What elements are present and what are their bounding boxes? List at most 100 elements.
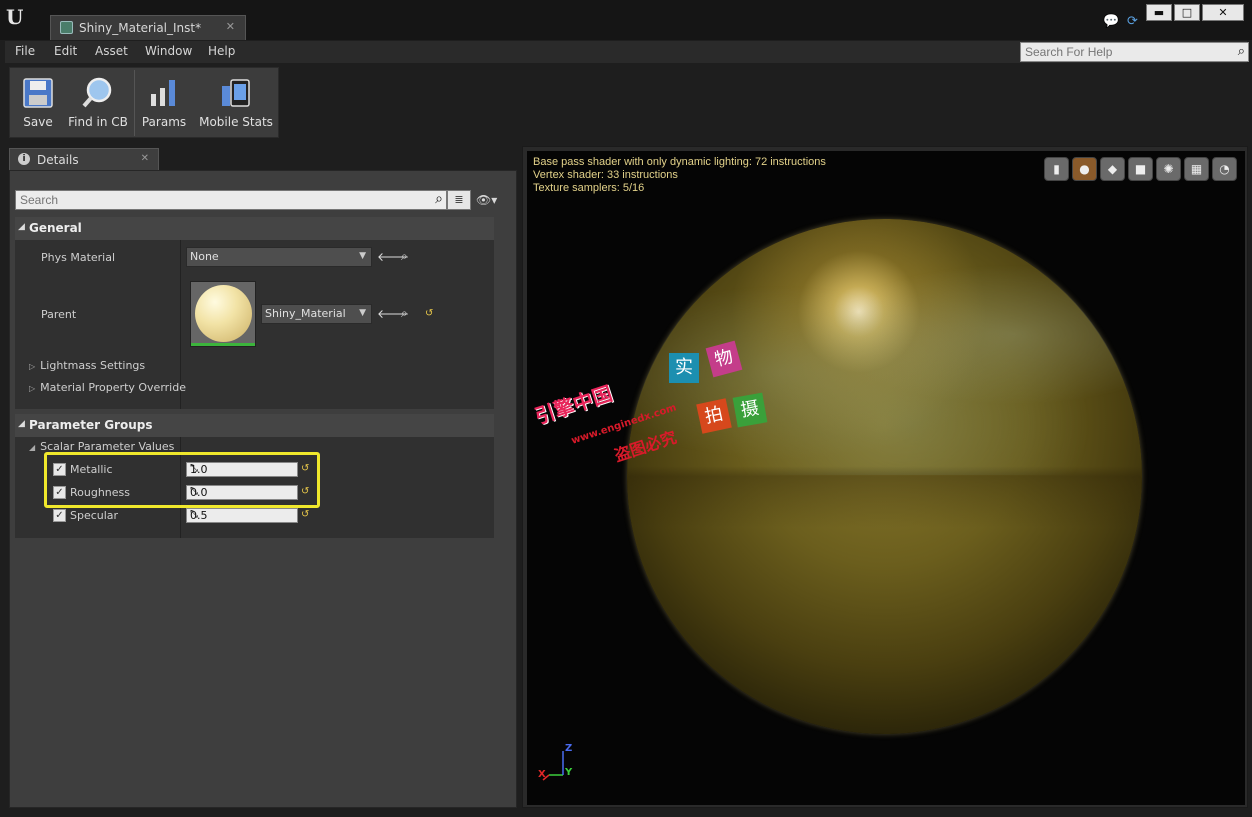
cylinder-icon[interactable]: ▮ (1044, 157, 1069, 181)
parameter-groups-header[interactable]: ◢ Parameter Groups (15, 414, 494, 437)
save-label: Save (23, 115, 53, 129)
parameter-groups-title: Parameter Groups (29, 418, 153, 432)
document-tab[interactable]: Shiny_Material_Inst* ✕ (50, 15, 246, 40)
expand-arrow-icon: ▷ (29, 384, 36, 393)
roughness-field[interactable]: 0.0 ⤡ (186, 485, 298, 500)
general-title: General (29, 221, 82, 235)
preview-mesh-toolbar: ▮ ● ◆ ■ ✺ ▦ ◔ (1044, 157, 1237, 181)
minimize-button[interactable]: ▬ (1146, 4, 1172, 21)
parent-thumbnail[interactable] (190, 281, 256, 347)
scalar-parameter-values-expander[interactable]: ◢ Scalar Parameter Values (29, 440, 174, 453)
details-search-input[interactable] (20, 193, 400, 207)
column-divider[interactable] (180, 437, 181, 538)
material-property-override-expander[interactable]: ▷ Material Property Override (29, 381, 186, 394)
lightmass-settings-expander[interactable]: ▷ Lightmass Settings (29, 359, 145, 372)
unreal-logo-icon: U (6, 5, 24, 29)
help-search-input[interactable] (1025, 45, 1225, 59)
details-tab-close-icon[interactable]: ✕ (141, 153, 149, 164)
watermark-brand: 引擎中国 (531, 381, 616, 429)
close-button[interactable]: ✕ (1202, 4, 1244, 21)
grid-icon[interactable]: ▦ (1184, 157, 1209, 181)
browse-search-icon[interactable]: ⌕ (401, 306, 408, 321)
stats-line: Vertex shader: 33 instructions (533, 169, 678, 181)
mobile-stats-label: Mobile Stats (199, 115, 273, 129)
parent-label: Parent (41, 308, 77, 321)
axis-gizmo: Z Y X (535, 743, 575, 787)
scalar-parameter-values-label: Scalar Parameter Values (40, 440, 175, 453)
preview-viewport[interactable]: Base pass shader with only dynamic light… (522, 146, 1248, 808)
magnifier-icon (82, 77, 112, 108)
general-header[interactable]: ◢ General (15, 217, 494, 240)
menu-edit[interactable]: Edit (54, 44, 77, 58)
shader-stats: Base pass shader with only dynamic light… (533, 156, 826, 195)
viewport-canvas[interactable]: Base pass shader with only dynamic light… (527, 151, 1245, 805)
source-control-icon[interactable]: ⟳ (1127, 14, 1143, 29)
menu-window[interactable]: Window (145, 44, 192, 58)
find-in-cb-button[interactable]: Find in CB (66, 68, 130, 137)
watermark-char: 摄 (732, 392, 768, 428)
drag-resize-icon[interactable]: ⤡ (190, 463, 295, 474)
details-search-box[interactable]: ⌕ (15, 190, 447, 210)
specular-label: Specular (70, 509, 119, 522)
phys-material-combo[interactable]: None ▼ (186, 247, 372, 267)
help-search-box[interactable]: ⌕ (1020, 42, 1249, 62)
list-view-button[interactable]: ≣ (447, 190, 471, 210)
find-in-cb-label: Find in CB (68, 115, 128, 129)
drag-resize-icon[interactable]: ⤡ (190, 509, 295, 520)
stats-line: Texture samplers: 5/16 (533, 182, 645, 194)
chevron-down-icon: ▼ (359, 308, 366, 318)
sphere-icon[interactable]: ● (1072, 157, 1097, 181)
view-options-eye-icon[interactable]: 👁▾ (476, 193, 497, 207)
menu-bar: File Edit Asset Window Help ⌕ (5, 41, 1249, 63)
menu-help[interactable]: Help (208, 44, 235, 58)
cube-icon[interactable]: ■ (1128, 157, 1153, 181)
chevron-down-icon: ▼ (359, 251, 366, 261)
tab-close-icon[interactable]: ✕ (226, 20, 235, 33)
params-label: Params (141, 115, 187, 129)
save-button[interactable]: Save (12, 68, 64, 137)
stats-line: Base pass shader with only dynamic light… (533, 156, 826, 168)
chat-icon[interactable]: 💬 (1103, 14, 1119, 29)
search-icon[interactable]: ⌕ (1238, 44, 1245, 59)
material-property-override-label: Material Property Override (40, 381, 186, 394)
parameter-groups-section: ◢ Parameter Groups ◢ Scalar Parameter Val… (15, 414, 494, 538)
material-sphere-preview (195, 285, 252, 342)
browse-search-icon[interactable]: ⌕ (401, 249, 408, 264)
metallic-checkbox[interactable]: ✓ (53, 463, 66, 476)
drag-resize-icon[interactable]: ⤡ (190, 486, 295, 497)
axis-y-label: Y (565, 767, 573, 778)
reset-to-default-icon[interactable]: ↺ (301, 486, 309, 497)
params-icon (151, 80, 175, 106)
document-tab-label: Shiny_Material_Inst* (79, 21, 202, 35)
realtime-icon[interactable]: ◔ (1212, 157, 1237, 181)
roughness-label: Roughness (70, 486, 131, 499)
material-instance-icon (60, 21, 73, 34)
params-button[interactable]: Params (138, 68, 190, 137)
details-tab[interactable]: i Details ✕ (9, 148, 159, 170)
metallic-field[interactable]: 1.0 ⤡ (186, 462, 298, 477)
parent-value: Shiny_Material (265, 307, 346, 320)
custom-mesh-icon[interactable]: ✺ (1156, 157, 1181, 181)
reset-to-default-icon[interactable]: ↺ (425, 308, 433, 319)
watermark-char: 拍 (696, 398, 732, 434)
plane-icon[interactable]: ◆ (1100, 157, 1125, 181)
menu-file[interactable]: File (15, 44, 35, 58)
reset-to-default-icon[interactable]: ↺ (301, 463, 309, 474)
specular-checkbox[interactable]: ✓ (53, 509, 66, 522)
save-icon (23, 78, 53, 108)
search-icon[interactable]: ⌕ (435, 191, 443, 207)
parent-combo[interactable]: Shiny_Material ▼ (261, 304, 372, 324)
toolbar-separator (134, 70, 135, 136)
sphere-reflection (627, 219, 1142, 475)
lightmass-settings-label: Lightmass Settings (40, 359, 146, 372)
mobile-stats-button[interactable]: Mobile Stats (196, 68, 276, 137)
toolbar: Save Find in CB Params Mobile Stats (9, 67, 279, 138)
reset-to-default-icon[interactable]: ↺ (301, 509, 309, 520)
maximize-button[interactable]: □ (1174, 4, 1200, 21)
details-tab-label: Details (37, 153, 79, 167)
mobile-stats-icon (222, 79, 250, 107)
roughness-checkbox[interactable]: ✓ (53, 486, 66, 499)
specular-field[interactable]: 0.5 ⤡ (186, 508, 298, 523)
menu-asset[interactable]: Asset (95, 44, 128, 58)
collapse-arrow-icon: ◢ (29, 443, 36, 452)
